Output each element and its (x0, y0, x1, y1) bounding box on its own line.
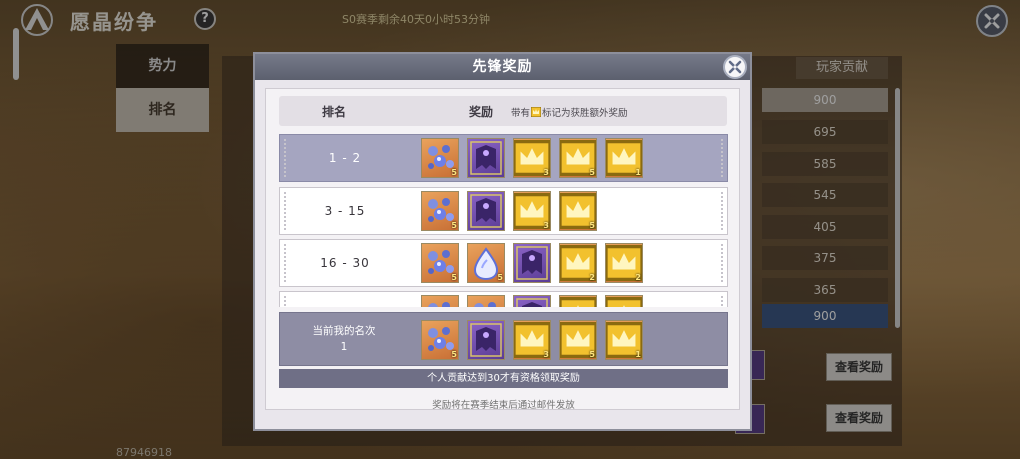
mail-delivery-note: 奖励将在赛季结束后通过邮件发放 (432, 400, 575, 411)
reward-item[interactable]: 5 (559, 138, 597, 178)
eligibility-notice: 个人贡献达到30才有资格领取奖励 (279, 369, 728, 388)
reward-item[interactable]: 1 (605, 138, 643, 178)
reward-item[interactable]: 1 (605, 320, 643, 360)
reward-table-header: 排名 奖励 带有 标记为获胜额外奖励 (279, 96, 727, 126)
my-rank-value: 1 (340, 341, 348, 353)
reward-item[interactable] (467, 295, 505, 307)
close-icon (728, 60, 742, 74)
reward-item[interactable]: 5 (421, 243, 459, 283)
item-quantity: 5 (589, 221, 595, 230)
blue-crystal-cluster-icon (474, 302, 496, 307)
item-quantity: 1 (635, 168, 641, 177)
rank-column-header: 排名 (322, 105, 347, 119)
bonus-marker-note: 带有 标记为获胜额外奖励 (511, 105, 628, 119)
item-quantity: 5 (451, 221, 457, 230)
purple-cloak-icon (470, 323, 502, 357)
blue-crystal-cluster-icon (428, 302, 450, 307)
reward-item[interactable] (421, 295, 459, 307)
my-rank-row: 当前我的名次 1 5 3 5 1 (279, 312, 728, 366)
reward-item[interactable] (467, 138, 505, 178)
item-quantity: 3 (543, 350, 549, 359)
reward-item[interactable] (467, 320, 505, 360)
item-quantity: 5 (589, 350, 595, 359)
crown-marker-icon (531, 107, 542, 117)
reward-item[interactable]: 2 (559, 243, 597, 283)
reward-item[interactable] (559, 295, 597, 307)
reward-item[interactable] (513, 243, 551, 283)
reward-item[interactable] (467, 191, 505, 231)
my-rank-label: 当前我的名次 1 (280, 323, 408, 355)
reward-item[interactable]: 3 (513, 191, 551, 231)
reward-item[interactable] (605, 295, 643, 307)
item-quantity: 3 (543, 168, 549, 177)
rank-range (280, 292, 410, 307)
reward-item[interactable]: 3 (513, 320, 551, 360)
bonus-note-suffix: 标记为获胜额外奖励 (542, 108, 628, 119)
item-quantity: 5 (497, 273, 503, 282)
item-quantity: 3 (543, 221, 549, 230)
item-quantity: 5 (589, 168, 595, 177)
reward-row: 3 - 15 5 3 5 (279, 187, 728, 235)
reward-item[interactable]: 5 (559, 191, 597, 231)
reward-item[interactable]: 5 (559, 320, 597, 360)
bonus-note-prefix: 带有 (511, 108, 531, 119)
crown-marker-icon (560, 297, 596, 307)
purple-cloak-icon (470, 141, 502, 175)
reward-row (279, 291, 728, 307)
item-quantity: 2 (635, 273, 641, 282)
crown-marker-icon (606, 297, 642, 307)
dialog-body: 排名 奖励 带有 标记为获胜额外奖励 1 - 2 5 3 5 1 3 - 15 5 3 5 … (265, 88, 740, 411)
reward-row: 16 - 30 5 5 2 2 (279, 239, 728, 287)
reward-rows-scroll[interactable]: 1 - 2 5 3 5 1 3 - 15 5 3 5 16 - 30 5 5 2 2 (279, 134, 728, 307)
reward-column-header: 奖励 (469, 105, 494, 119)
reward-item[interactable] (513, 295, 551, 307)
dialog-title: 先锋奖励 (472, 59, 533, 75)
purple-cloak-icon (516, 246, 548, 280)
purple-cloak-icon (470, 194, 502, 228)
item-quantity: 2 (589, 273, 595, 282)
reward-item[interactable]: 5 (421, 191, 459, 231)
my-rank-caption: 当前我的名次 (312, 325, 376, 337)
reward-item[interactable]: 2 (605, 243, 643, 283)
dialog-header: 先锋奖励 (255, 54, 750, 80)
reward-item[interactable]: 5 (421, 138, 459, 178)
vanguard-reward-dialog: 先锋奖励 排名 奖励 带有 标记为获胜额外奖励 1 - 2 5 3 5 1 3 - 15… (253, 52, 752, 431)
reward-item[interactable]: 5 (421, 320, 459, 360)
rank-range: 1 - 2 (328, 151, 362, 165)
item-quantity: 5 (451, 273, 457, 282)
rank-range: 16 - 30 (320, 256, 370, 270)
item-quantity: 5 (451, 350, 457, 359)
reward-row: 1 - 2 5 3 5 1 (279, 134, 728, 182)
purple-cloak-icon (516, 298, 548, 307)
rank-range: 3 - 15 (324, 204, 366, 218)
item-quantity: 5 (451, 168, 457, 177)
dialog-close-button[interactable] (723, 55, 747, 79)
reward-item[interactable]: 5 (467, 243, 505, 283)
item-quantity: 1 (635, 350, 641, 359)
reward-item[interactable]: 3 (513, 138, 551, 178)
